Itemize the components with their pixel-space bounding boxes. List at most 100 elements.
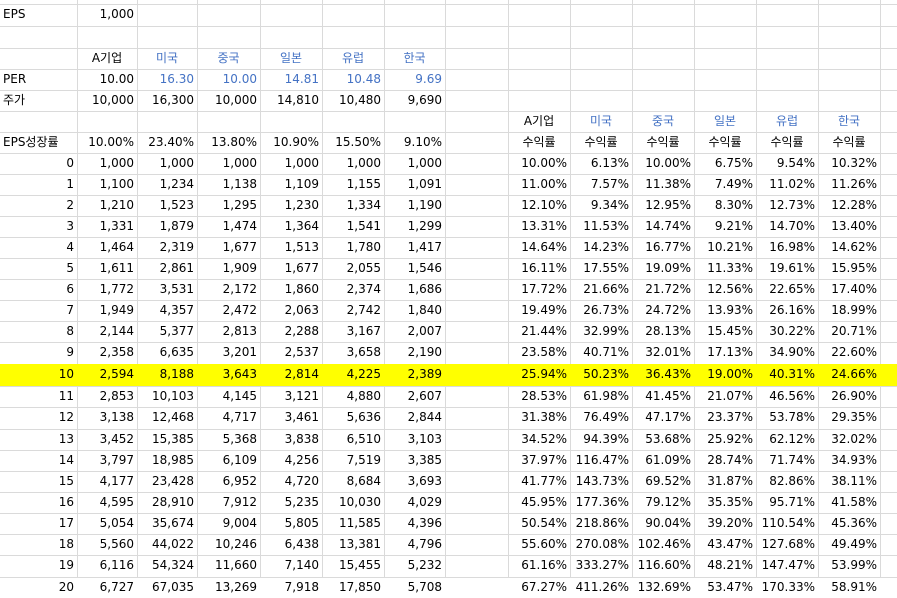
return-value-cell[interactable]: 15.45% (694, 321, 756, 342)
return-value-cell[interactable]: 9.21% (694, 216, 756, 237)
eps-growth-value-cell[interactable]: 10.90% (260, 132, 322, 153)
return-value-cell[interactable]: 36.43% (632, 364, 694, 385)
return-value-cell[interactable]: 110.54% (756, 513, 818, 534)
eps-value-cell[interactable]: 8,684 (322, 471, 384, 492)
return-value-cell[interactable]: 45.36% (818, 513, 880, 534)
return-value-cell[interactable]: 69.52% (632, 471, 694, 492)
return-value-cell[interactable]: 43.47% (694, 534, 756, 555)
return-label-cell[interactable]: 수익률 (632, 132, 694, 153)
eps-value-cell[interactable]: 4,396 (384, 513, 445, 534)
return-value-cell[interactable]: 6.75% (694, 153, 756, 174)
eps-value-cell[interactable]: 1,000 (260, 153, 322, 174)
eps-growth-value-cell[interactable]: 10.00% (77, 132, 137, 153)
eps-value-cell[interactable]: 3,643 (197, 364, 260, 385)
eps-value-cell[interactable]: 1,295 (197, 195, 260, 216)
eps-value-cell[interactable]: 1,364 (260, 216, 322, 237)
return-value-cell[interactable]: 28.74% (694, 450, 756, 471)
return-value-cell[interactable]: 61.16% (508, 555, 570, 576)
eps-value-cell[interactable]: 5,805 (260, 513, 322, 534)
return-value-cell[interactable]: 15.95% (818, 258, 880, 279)
per-value-cell[interactable]: 9.69 (384, 69, 445, 90)
eps-value-cell[interactable]: 4,256 (260, 450, 322, 471)
per-value-cell[interactable]: 10.00 (197, 69, 260, 90)
return-value-cell[interactable]: 7.57% (570, 174, 632, 195)
eps-value-cell[interactable]: 4,029 (384, 492, 445, 513)
return-value-cell[interactable]: 55.60% (508, 534, 570, 555)
eps-value-cell[interactable]: 3,201 (197, 342, 260, 363)
eps-value-cell[interactable]: 1,686 (384, 279, 445, 300)
return-value-cell[interactable]: 61.09% (632, 450, 694, 471)
return-value-cell[interactable]: 411.26% (570, 577, 632, 598)
return-value-cell[interactable]: 46.56% (756, 386, 818, 407)
return-value-cell[interactable]: 16.77% (632, 237, 694, 258)
eps-value-cell[interactable]: 10,030 (322, 492, 384, 513)
return-value-cell[interactable]: 12.10% (508, 195, 570, 216)
eps-value-cell[interactable]: 15,455 (322, 555, 384, 576)
return-country-header-cell[interactable]: A기업 (508, 111, 570, 132)
return-value-cell[interactable]: 21.07% (694, 386, 756, 407)
price-value-cell[interactable]: 10,480 (322, 90, 384, 111)
return-country-header-cell[interactable]: 미국 (570, 111, 632, 132)
eps-value-cell[interactable]: 6,116 (77, 555, 137, 576)
eps-value-cell[interactable]: 12,468 (137, 407, 197, 428)
return-value-cell[interactable]: 40.71% (570, 342, 632, 363)
return-value-cell[interactable]: 13.40% (818, 216, 880, 237)
eps-value-cell[interactable]: 1,772 (77, 279, 137, 300)
eps-value-cell[interactable]: 3,658 (322, 342, 384, 363)
return-value-cell[interactable]: 26.16% (756, 300, 818, 321)
eps-value-cell[interactable]: 15,385 (137, 429, 197, 450)
return-value-cell[interactable]: 31.87% (694, 471, 756, 492)
eps-value-cell[interactable]: 3,531 (137, 279, 197, 300)
eps-value-cell[interactable]: 2,007 (384, 321, 445, 342)
return-value-cell[interactable]: 12.56% (694, 279, 756, 300)
eps-value-cell[interactable]: 7,519 (322, 450, 384, 471)
eps-value-cell[interactable]: 2,537 (260, 342, 322, 363)
price-value-cell[interactable]: 14,810 (260, 90, 322, 111)
eps-value-cell[interactable]: 1,091 (384, 174, 445, 195)
eps-value-cell[interactable]: 11,585 (322, 513, 384, 534)
eps-value-cell[interactable]: 4,225 (322, 364, 384, 385)
eps-value-cell[interactable]: 11,660 (197, 555, 260, 576)
year-cell[interactable]: 19 (0, 555, 77, 576)
eps-value-cell[interactable]: 7,912 (197, 492, 260, 513)
eps-value-cell[interactable]: 4,177 (77, 471, 137, 492)
return-value-cell[interactable]: 53.68% (632, 429, 694, 450)
per-value-cell[interactable]: 10.00 (77, 69, 137, 90)
return-value-cell[interactable]: 18.99% (818, 300, 880, 321)
return-value-cell[interactable]: 8.30% (694, 195, 756, 216)
return-value-cell[interactable]: 94.39% (570, 429, 632, 450)
eps-value-cell[interactable]: 1,611 (77, 258, 137, 279)
return-value-cell[interactable]: 35.35% (694, 492, 756, 513)
eps-value-cell[interactable]: 67,035 (137, 577, 197, 598)
year-cell[interactable]: 16 (0, 492, 77, 513)
return-value-cell[interactable]: 147.47% (756, 555, 818, 576)
return-value-cell[interactable]: 34.90% (756, 342, 818, 363)
eps-value-cell[interactable]: 1,210 (77, 195, 137, 216)
return-value-cell[interactable]: 38.11% (818, 471, 880, 492)
eps-value-cell[interactable]: 5,054 (77, 513, 137, 534)
return-value-cell[interactable]: 12.95% (632, 195, 694, 216)
eps-label-cell[interactable]: EPS (0, 4, 77, 25)
return-value-cell[interactable]: 102.46% (632, 534, 694, 555)
eps-value-cell[interactable]: 1,464 (77, 237, 137, 258)
eps-growth-value-cell[interactable]: 9.10% (384, 132, 445, 153)
year-cell[interactable]: 8 (0, 321, 77, 342)
per-value-cell[interactable]: 14.81 (260, 69, 322, 90)
eps-value-cell[interactable]: 1,417 (384, 237, 445, 258)
return-value-cell[interactable]: 24.66% (818, 364, 880, 385)
eps-value-cell[interactable]: 3,167 (322, 321, 384, 342)
eps-value-cell[interactable]: 2,389 (384, 364, 445, 385)
return-value-cell[interactable]: 28.53% (508, 386, 570, 407)
eps-value-cell[interactable]: 1,541 (322, 216, 384, 237)
eps-value-cell[interactable]: 10,246 (197, 534, 260, 555)
return-label-cell[interactable]: 수익률 (694, 132, 756, 153)
return-country-header-cell[interactable]: 일본 (694, 111, 756, 132)
eps-growth-value-cell[interactable]: 23.40% (137, 132, 197, 153)
return-value-cell[interactable]: 67.27% (508, 577, 570, 598)
eps-value-cell[interactable]: 4,595 (77, 492, 137, 513)
year-cell[interactable]: 0 (0, 153, 77, 174)
year-cell[interactable]: 17 (0, 513, 77, 534)
return-value-cell[interactable]: 10.00% (632, 153, 694, 174)
eps-value-cell[interactable]: 5,232 (384, 555, 445, 576)
eps-value-cell[interactable]: 2,814 (260, 364, 322, 385)
